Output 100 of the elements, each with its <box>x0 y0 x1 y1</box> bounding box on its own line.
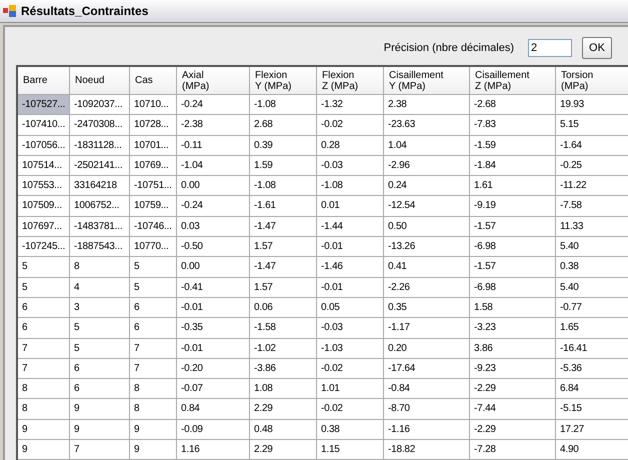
table-cell[interactable]: -0.01 <box>177 298 250 318</box>
table-cell[interactable]: -1.57 <box>470 257 556 278</box>
table-cell[interactable]: 4.90 <box>556 440 628 460</box>
table-cell[interactable]: -0.84 <box>384 379 470 400</box>
table-cell[interactable]: 5 <box>18 257 70 278</box>
table-cell[interactable]: -0.02 <box>317 399 384 420</box>
table-cell[interactable]: 1.61 <box>470 176 556 196</box>
table-cell[interactable]: -107527... <box>18 95 70 116</box>
table-cell[interactable]: -9.19 <box>470 196 556 217</box>
table-cell[interactable]: -1.08 <box>317 176 384 196</box>
table-cell[interactable]: -1.16 <box>384 420 470 440</box>
table-cell[interactable]: 0.24 <box>384 176 470 196</box>
table-cell[interactable]: 1.58 <box>470 298 556 318</box>
table-cell[interactable]: -0.07 <box>177 379 250 400</box>
table-cell[interactable]: -1092037... <box>70 95 130 116</box>
column-header[interactable]: Flexion Z (MPa) <box>317 67 384 95</box>
table-cell[interactable]: -2.29 <box>470 379 556 400</box>
table-cell[interactable]: -1.44 <box>317 216 384 238</box>
table-cell[interactable]: 5 <box>130 278 177 298</box>
table-cell[interactable]: 107697... <box>18 216 70 238</box>
table-cell[interactable]: -5.36 <box>556 358 628 380</box>
table-cell[interactable]: 8 <box>130 399 177 420</box>
table-cell[interactable]: -2.26 <box>384 278 470 298</box>
table-cell[interactable]: 5.15 <box>556 115 628 136</box>
table-cell[interactable]: -0.01 <box>317 237 384 258</box>
table-cell[interactable]: 3.86 <box>470 338 556 359</box>
table-cell[interactable]: -2.96 <box>384 156 470 176</box>
table-cell[interactable]: 1.59 <box>250 156 317 176</box>
table-cell[interactable]: 0.00 <box>177 257 250 278</box>
table-cell[interactable]: -0.11 <box>177 136 250 156</box>
table-cell[interactable]: 6 <box>18 318 70 339</box>
table-cell[interactable]: 19.93 <box>556 95 628 116</box>
table-cell[interactable]: 6 <box>18 298 70 318</box>
table-cell[interactable]: -107410... <box>18 115 70 136</box>
table-cell[interactable]: -10746... <box>130 216 177 238</box>
table-cell[interactable]: -0.24 <box>177 95 250 116</box>
table-cell[interactable]: -1.32 <box>317 95 384 116</box>
table-cell[interactable]: -1.61 <box>250 196 317 217</box>
table-cell[interactable]: -1.03 <box>317 338 384 359</box>
table-cell[interactable]: 10759... <box>130 196 177 217</box>
table-cell[interactable]: 2.29 <box>250 440 317 460</box>
table-cell[interactable]: -5.15 <box>556 399 628 420</box>
table-cell[interactable]: 10701... <box>130 136 177 156</box>
column-header[interactable]: Axial (MPa) <box>177 67 250 95</box>
table-cell[interactable]: -107245... <box>18 237 70 258</box>
table-cell[interactable]: -2502141... <box>70 156 130 176</box>
table-cell[interactable]: -1.84 <box>470 156 556 176</box>
table-cell[interactable]: 8 <box>18 399 70 420</box>
table-cell[interactable]: 0.38 <box>556 257 628 278</box>
table-cell[interactable]: 5.40 <box>556 237 628 258</box>
table-cell[interactable]: 5 <box>70 338 130 359</box>
table-cell[interactable]: 7 <box>18 358 70 380</box>
table-cell[interactable]: 10710... <box>130 95 177 116</box>
table-cell[interactable]: -2.38 <box>177 115 250 136</box>
table-cell[interactable]: -0.03 <box>317 318 384 339</box>
table-cell[interactable]: 5 <box>18 278 70 298</box>
table-cell[interactable]: 11.33 <box>556 216 628 238</box>
table-cell[interactable]: -1.04 <box>177 156 250 176</box>
table-cell[interactable]: -1.59 <box>470 136 556 156</box>
table-cell[interactable]: -1.02 <box>250 338 317 359</box>
column-header[interactable]: Flexion Y (MPa) <box>250 67 317 95</box>
table-cell[interactable]: 2.68 <box>250 115 317 136</box>
table-cell[interactable]: 0.35 <box>384 298 470 318</box>
table-cell[interactable]: 1.16 <box>177 440 250 460</box>
table-cell[interactable]: -1.08 <box>250 176 317 196</box>
table-cell[interactable]: 1.04 <box>384 136 470 156</box>
table-cell[interactable]: -1.47 <box>250 257 317 278</box>
table-cell[interactable]: -9.23 <box>470 358 556 380</box>
table-cell[interactable]: -0.03 <box>317 156 384 176</box>
table-cell[interactable]: 9 <box>130 440 177 460</box>
table-cell[interactable]: 0.20 <box>384 338 470 359</box>
table-cell[interactable]: 9 <box>18 420 70 440</box>
table-cell[interactable]: -0.25 <box>556 156 628 176</box>
table-cell[interactable]: 5 <box>70 318 130 339</box>
table-cell[interactable]: 6 <box>130 318 177 339</box>
table-cell[interactable]: 1.08 <box>250 379 317 400</box>
table-cell[interactable]: 0.06 <box>250 298 317 318</box>
precision-field[interactable]: 2 <box>528 39 572 57</box>
table-cell[interactable]: -1.47 <box>250 216 317 238</box>
table-cell[interactable]: 10769... <box>130 156 177 176</box>
table-cell[interactable]: 1.57 <box>250 237 317 258</box>
table-cell[interactable]: -1.17 <box>384 318 470 339</box>
table-cell[interactable]: -1.46 <box>317 257 384 278</box>
table-cell[interactable]: 5.40 <box>556 278 628 298</box>
table-cell[interactable]: -1887543... <box>70 237 130 258</box>
table-cell[interactable]: 33164218 <box>70 176 130 196</box>
table-cell[interactable]: 9 <box>130 420 177 440</box>
table-cell[interactable]: -0.20 <box>177 358 250 380</box>
table-cell[interactable]: -1.57 <box>470 216 556 238</box>
table-cell[interactable]: -16.41 <box>556 338 628 359</box>
table-cell[interactable]: -13.26 <box>384 237 470 258</box>
table-cell[interactable]: 9 <box>70 399 130 420</box>
table-cell[interactable]: 7 <box>130 338 177 359</box>
table-cell[interactable]: 1.57 <box>250 278 317 298</box>
table-cell[interactable]: 0.38 <box>317 420 384 440</box>
table-cell[interactable]: -7.58 <box>556 196 628 217</box>
table-cell[interactable]: 0.41 <box>384 257 470 278</box>
table-cell[interactable]: -107056... <box>18 136 70 156</box>
table-cell[interactable]: 17.27 <box>556 420 628 440</box>
table-cell[interactable]: 7 <box>18 338 70 359</box>
